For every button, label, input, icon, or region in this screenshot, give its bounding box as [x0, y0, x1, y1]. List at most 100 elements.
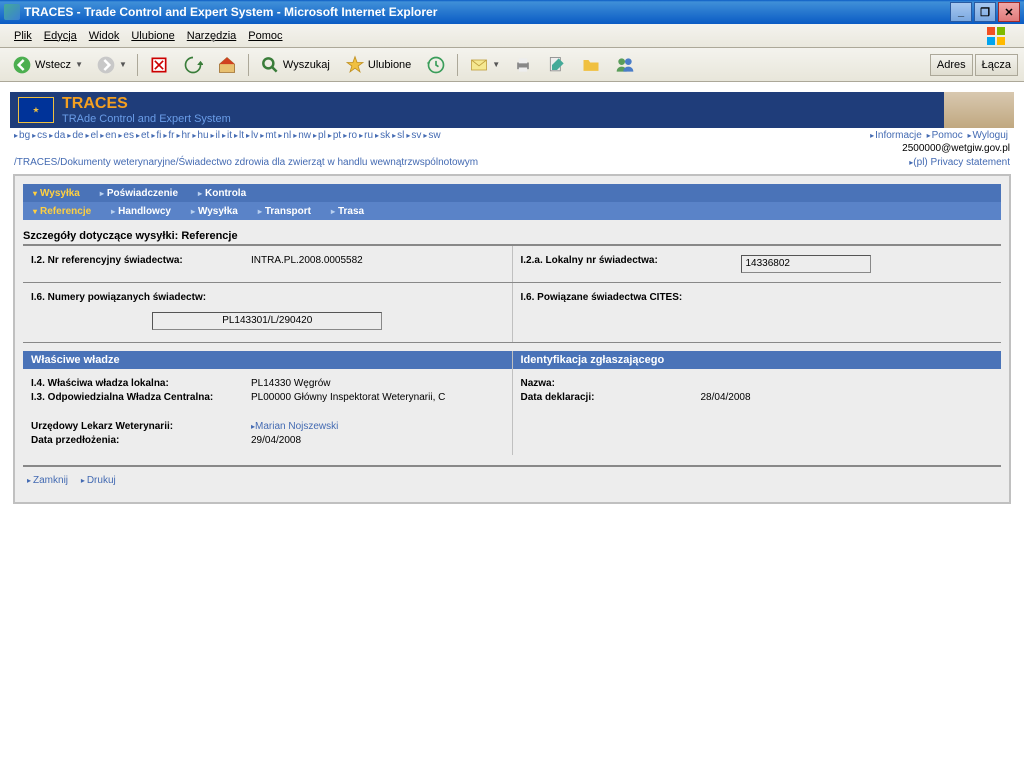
print-icon	[512, 54, 534, 76]
lang-pl[interactable]: pl	[313, 130, 326, 141]
menu-favorites[interactable]: Ulubione	[125, 28, 180, 44]
link-logout[interactable]: Wyloguj	[968, 130, 1009, 141]
lang-lt[interactable]: lt	[234, 130, 244, 141]
lang-pt[interactable]: pt	[328, 130, 341, 141]
link-print[interactable]: Drukuj	[81, 475, 116, 486]
search-button[interactable]: Wyszukaj	[254, 52, 337, 78]
lang-nw[interactable]: nw	[293, 130, 311, 141]
discuss-button[interactable]	[575, 52, 607, 78]
menu-file[interactable]: Plik	[8, 28, 38, 44]
lang-il[interactable]: il	[211, 130, 220, 141]
traces-banner: TRACES TRAde Control and Expert System	[10, 92, 1014, 128]
lang-fr[interactable]: fr	[163, 130, 174, 141]
print-button[interactable]	[507, 52, 539, 78]
window-titlebar: TRACES - Trade Control and Expert System…	[0, 0, 1024, 24]
messenger-button[interactable]	[609, 52, 641, 78]
menu-help[interactable]: Pomoc	[242, 28, 288, 44]
folder-icon	[580, 54, 602, 76]
lang-bg[interactable]: bg	[14, 130, 30, 141]
lang-cs[interactable]: cs	[32, 130, 47, 141]
content-area: TRACES TRAde Control and Expert System b…	[0, 82, 1024, 766]
lang-da[interactable]: da	[49, 130, 65, 141]
lang-ro[interactable]: ro	[343, 130, 357, 141]
lang-nl[interactable]: nl	[278, 130, 291, 141]
menu-bar: Plik Edycja Widok Ulubione Narzędzia Pom…	[0, 24, 1024, 48]
label-i3: I.3. Odpowiedzialna Władza Centralna:	[31, 392, 251, 403]
people-icon	[614, 54, 636, 76]
lang-hr[interactable]: hr	[176, 130, 190, 141]
star-icon	[344, 54, 366, 76]
menu-edit[interactable]: Edycja	[38, 28, 83, 44]
privacy-link[interactable]: (pl) Privacy statement	[909, 157, 1010, 168]
lang-fi[interactable]: fi	[151, 130, 161, 141]
chevron-down-icon: ▼	[75, 60, 83, 69]
link-vet[interactable]: Marian Nojszewski	[251, 421, 338, 432]
lang-sv[interactable]: sv	[406, 130, 421, 141]
bc-root[interactable]: TRACES	[17, 157, 58, 168]
bc-doc[interactable]: Świadectwo zdrowia dla zwierząt w handlu…	[179, 157, 479, 168]
world-image	[944, 92, 1014, 128]
tab-wysyłka[interactable]: Wysyłka	[23, 188, 90, 199]
lang-de[interactable]: de	[67, 130, 83, 141]
traces-subtitle: TRAde Control and Expert System	[62, 113, 231, 125]
lang-sl[interactable]: sl	[392, 130, 404, 141]
windows-logo-icon	[976, 25, 1016, 47]
lang-lv[interactable]: lv	[246, 130, 258, 141]
menu-view[interactable]: Widok	[83, 28, 126, 44]
lang-sk[interactable]: sk	[375, 130, 390, 141]
link-close[interactable]: Zamknij	[27, 475, 68, 486]
home-button[interactable]	[211, 52, 243, 78]
user-email: 2500000@wetgiw.gov.pl	[10, 143, 1014, 154]
edit-icon	[546, 54, 568, 76]
lang-mt[interactable]: mt	[260, 130, 276, 141]
history-button[interactable]	[420, 52, 452, 78]
tab-transport[interactable]: Transport	[248, 206, 321, 217]
toolbar: Wstecz ▼ ▼ Wyszukaj Ulubione ▼ Adres Łąc…	[0, 48, 1024, 82]
tab-referencje[interactable]: Referencje	[23, 206, 101, 217]
input-i2a[interactable]: 14336802	[741, 255, 871, 273]
tab-trasa[interactable]: Trasa	[321, 206, 374, 217]
bottom-links: Zamknij Drukuj	[23, 467, 1001, 494]
tab-wysyłka[interactable]: Wysyłka	[181, 206, 248, 217]
tab-poświadczenie[interactable]: Poświadczenie	[90, 188, 188, 199]
lang-el[interactable]: el	[85, 130, 98, 141]
lang-es[interactable]: es	[118, 130, 134, 141]
label-i2a: I.2.a. Lokalny nr świadectwa:	[521, 255, 741, 273]
tab-handlowcy[interactable]: Handlowcy	[101, 206, 181, 217]
links-label[interactable]: Łącza	[975, 54, 1018, 76]
history-icon	[425, 54, 447, 76]
close-button[interactable]: ✕	[998, 2, 1020, 22]
lang-en[interactable]: en	[100, 130, 116, 141]
breadcrumb: /TRACES/Dokumenty weterynaryjne/Świadect…	[10, 154, 1014, 171]
back-button[interactable]: Wstecz ▼	[6, 52, 88, 78]
label-submit-date: Data przedłożenia:	[31, 435, 251, 446]
value-i3: PL00000 Główny Inspektorat Weterynarii, …	[251, 392, 504, 403]
value-submit-date: 29/04/2008	[251, 435, 504, 446]
mail-button[interactable]: ▼	[463, 52, 505, 78]
window-title: TRACES - Trade Control and Expert System…	[24, 5, 950, 19]
tab-kontrola[interactable]: Kontrola	[188, 188, 256, 199]
lang-et[interactable]: et	[136, 130, 149, 141]
link-help[interactable]: Pomoc	[927, 130, 963, 141]
label-i2: I.2. Nr referencyjny świadectwa:	[31, 255, 251, 266]
stop-button[interactable]	[143, 52, 175, 78]
back-icon	[11, 54, 33, 76]
lang-ru[interactable]: ru	[359, 130, 373, 141]
chevron-down-icon: ▼	[492, 60, 500, 69]
lang-hu[interactable]: hu	[192, 130, 208, 141]
edit-button[interactable]	[541, 52, 573, 78]
favorites-button[interactable]: Ulubione	[339, 52, 418, 78]
traces-title: TRACES	[62, 95, 231, 113]
restore-button[interactable]: ❐	[974, 2, 996, 22]
eu-flag-icon	[18, 97, 54, 123]
forward-button[interactable]: ▼	[90, 52, 132, 78]
refresh-button[interactable]	[177, 52, 209, 78]
minimize-button[interactable]: _	[950, 2, 972, 22]
address-label[interactable]: Adres	[930, 54, 973, 76]
lang-sw[interactable]: sw	[423, 130, 440, 141]
input-i6[interactable]: PL143301/L/290420	[152, 312, 382, 330]
lang-it[interactable]: it	[222, 130, 232, 141]
app-icon	[4, 4, 20, 20]
menu-tools[interactable]: Narzędzia	[181, 28, 243, 44]
link-info[interactable]: Informacje	[870, 130, 922, 141]
